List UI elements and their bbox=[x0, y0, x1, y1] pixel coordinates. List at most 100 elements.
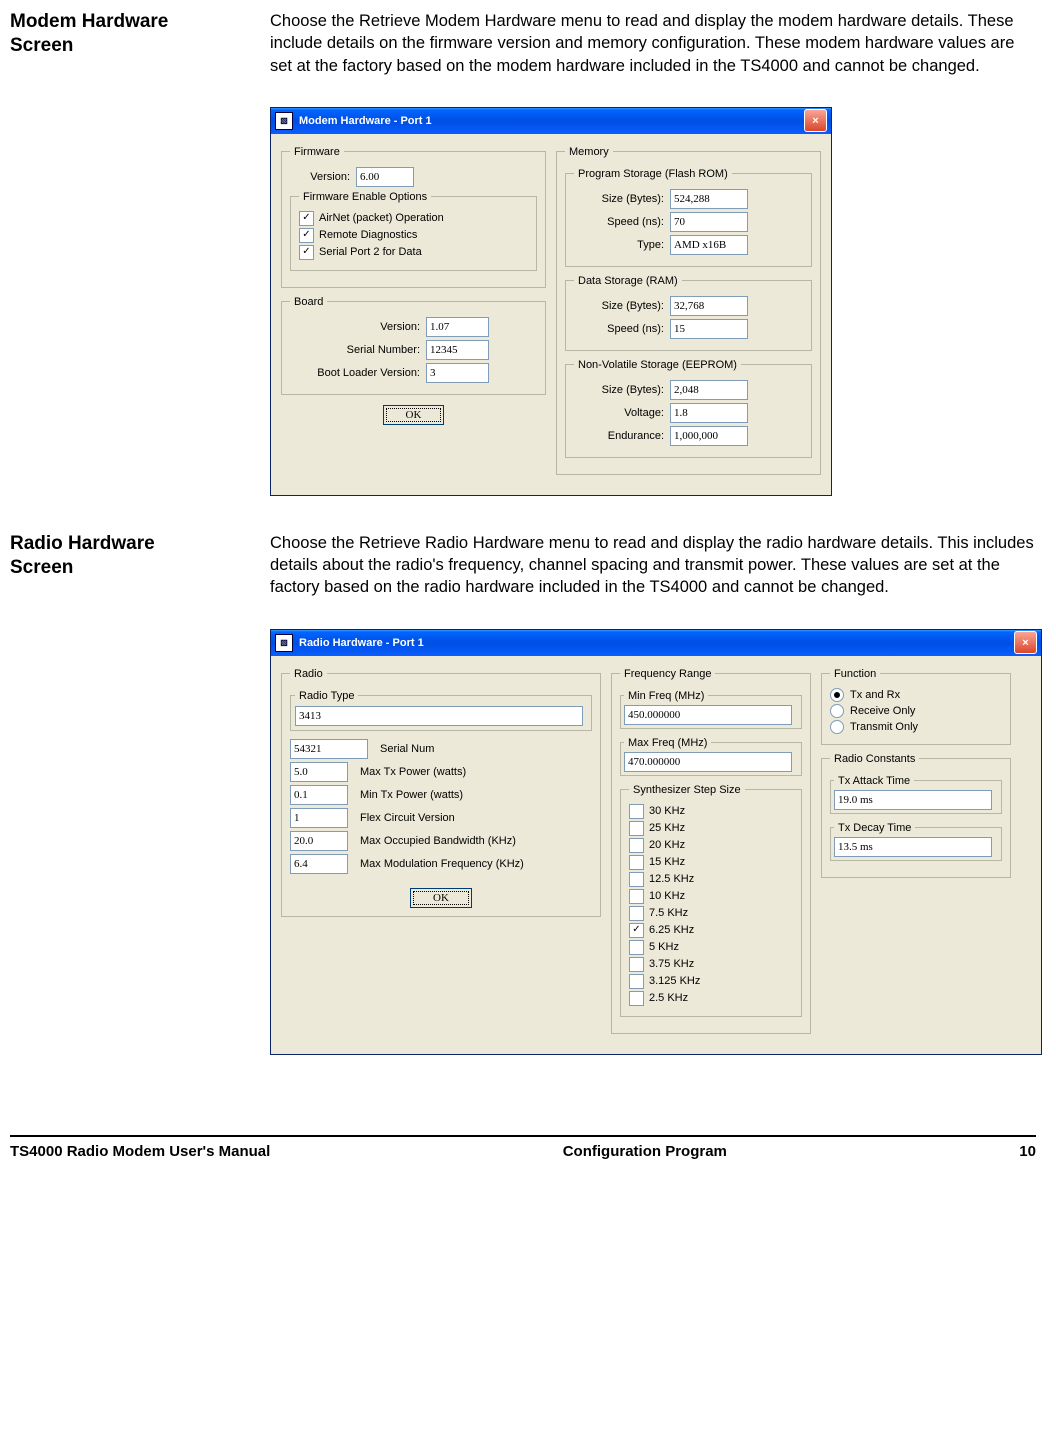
step-12.5khz[interactable]: 12.5 KHz bbox=[629, 872, 793, 887]
board-group: Board Version:1.07 Serial Number:12345 B… bbox=[281, 296, 546, 395]
modem-description: Choose the Retrieve Modem Hardware menu … bbox=[270, 10, 1036, 77]
modem-hardware-dialog: ▧ Modem Hardware - Port 1 × Firmware Ver… bbox=[270, 107, 832, 496]
radio-flex-field[interactable]: 1 bbox=[290, 808, 348, 828]
footer-center: Configuration Program bbox=[563, 1143, 727, 1160]
radio-description: Choose the Retrieve Radio Hardware menu … bbox=[270, 532, 1036, 599]
board-serial-label: Serial Number: bbox=[290, 344, 426, 356]
radio-occbw-label: Max Occupied Bandwidth (KHz) bbox=[348, 835, 516, 847]
modem-heading: Modem Hardware Screen bbox=[10, 10, 270, 58]
radio-titlebar[interactable]: ▧ Radio Hardware - Port 1 × bbox=[271, 630, 1041, 656]
radio-flex-label: Flex Circuit Version bbox=[348, 812, 455, 824]
attack-field[interactable]: 19.0 ms bbox=[834, 790, 992, 810]
function-group: Function Tx and Rx Receive Only Transmit… bbox=[821, 668, 1011, 745]
step-15khz[interactable]: 15 KHz bbox=[629, 855, 793, 870]
flash-type-field[interactable]: AMD x16B bbox=[670, 235, 748, 255]
decay-legend: Tx Decay Time bbox=[834, 822, 915, 834]
radio-maxtx-label: Max Tx Power (watts) bbox=[348, 766, 466, 778]
max-freq-legend: Max Freq (MHz) bbox=[624, 737, 711, 749]
constants-group: Radio Constants Tx Attack Time 19.0 ms T… bbox=[821, 753, 1011, 878]
radio-rx[interactable]: Receive Only bbox=[830, 704, 1002, 718]
max-freq-field[interactable]: 470.000000 bbox=[624, 752, 792, 772]
flash-size-field[interactable]: 524,288 bbox=[670, 189, 748, 209]
board-legend: Board bbox=[290, 296, 327, 308]
radio-legend: Radio bbox=[290, 668, 327, 680]
radio-type-group: Radio Type 3413 bbox=[290, 690, 592, 731]
close-icon[interactable]: × bbox=[1014, 631, 1037, 654]
footer-right: 10 bbox=[1019, 1143, 1036, 1160]
radio-hardware-dialog: ▧ Radio Hardware - Port 1 × Radio Radio … bbox=[270, 629, 1042, 1055]
attack-group: Tx Attack Time 19.0 ms bbox=[830, 775, 1002, 814]
step-30khz[interactable]: 30 KHz bbox=[629, 804, 793, 819]
board-serial-field[interactable]: 12345 bbox=[426, 340, 489, 360]
decay-field[interactable]: 13.5 ms bbox=[834, 837, 992, 857]
ram-size-label: Size (Bytes): bbox=[574, 300, 670, 312]
radio-title: Radio Hardware - Port 1 bbox=[299, 637, 1014, 649]
ok-button[interactable]: OK bbox=[410, 888, 472, 908]
attack-legend: Tx Attack Time bbox=[834, 775, 914, 787]
step-5khz[interactable]: 5 KHz bbox=[629, 940, 793, 955]
eeprom-end-field[interactable]: 1,000,000 bbox=[670, 426, 748, 446]
step-size-legend: Synthesizer Step Size bbox=[629, 784, 745, 796]
min-freq-group: Min Freq (MHz) 450.000000 bbox=[620, 690, 802, 729]
ram-speed-field[interactable]: 15 bbox=[670, 319, 748, 339]
step-2.5khz[interactable]: 2.5 KHz bbox=[629, 991, 793, 1006]
min-freq-field[interactable]: 450.000000 bbox=[624, 705, 792, 725]
memory-legend: Memory bbox=[565, 146, 613, 158]
radio-maxtx-field[interactable]: 5.0 bbox=[290, 762, 348, 782]
radio-group: Radio Radio Type 3413 54321Serial Num 5.… bbox=[281, 668, 601, 917]
flash-type-label: Type: bbox=[574, 239, 670, 251]
min-freq-legend: Min Freq (MHz) bbox=[624, 690, 708, 702]
step-3.125khz[interactable]: 3.125 KHz bbox=[629, 974, 793, 989]
step-10khz[interactable]: 10 KHz bbox=[629, 889, 793, 904]
radio-type-field[interactable]: 3413 bbox=[295, 706, 583, 726]
modem-title: Modem Hardware - Port 1 bbox=[299, 115, 804, 127]
radio-tx[interactable]: Transmit Only bbox=[830, 720, 1002, 734]
page-footer: TS4000 Radio Modem User's Manual Configu… bbox=[10, 1137, 1036, 1160]
flash-legend: Program Storage (Flash ROM) bbox=[574, 168, 732, 180]
radio-mod-field[interactable]: 6.4 bbox=[290, 854, 348, 874]
fw-version-field[interactable]: 6.00 bbox=[356, 167, 414, 187]
step-20khz[interactable]: 20 KHz bbox=[629, 838, 793, 853]
chk-airnet[interactable]: ✓AirNet (packet) Operation bbox=[299, 211, 528, 226]
eeprom-size-label: Size (Bytes): bbox=[574, 384, 670, 396]
step-6.25khz[interactable]: ✓6.25 KHz bbox=[629, 923, 793, 938]
flash-speed-field[interactable]: 70 bbox=[670, 212, 748, 232]
ram-size-field[interactable]: 32,768 bbox=[670, 296, 748, 316]
step-7.5khz[interactable]: 7.5 KHz bbox=[629, 906, 793, 921]
flash-size-label: Size (Bytes): bbox=[574, 193, 670, 205]
ram-legend: Data Storage (RAM) bbox=[574, 275, 682, 287]
step-25khz[interactable]: 25 KHz bbox=[629, 821, 793, 836]
footer-left: TS4000 Radio Modem User's Manual bbox=[10, 1143, 270, 1160]
ok-button[interactable]: OK bbox=[383, 405, 445, 425]
radio-txrx[interactable]: Tx and Rx bbox=[830, 688, 1002, 702]
fw-version-label: Version: bbox=[290, 171, 356, 183]
chk-remote[interactable]: ✓Remote Diagnostics bbox=[299, 228, 528, 243]
step-size-group: Synthesizer Step Size 30 KHz 25 KHz 20 KHz… bbox=[620, 784, 802, 1017]
eeprom-group: Non-Volatile Storage (EEPROM) Size (Byte… bbox=[565, 359, 812, 458]
eeprom-size-field[interactable]: 2,048 bbox=[670, 380, 748, 400]
chk-serial[interactable]: ✓Serial Port 2 for Data bbox=[299, 245, 528, 260]
firmware-group: Firmware Version: 6.00 Firmware Enable O… bbox=[281, 146, 546, 288]
constants-legend: Radio Constants bbox=[830, 753, 919, 765]
eeprom-volt-label: Voltage: bbox=[574, 407, 670, 419]
max-freq-group: Max Freq (MHz) 470.000000 bbox=[620, 737, 802, 776]
radio-type-legend: Radio Type bbox=[295, 690, 358, 702]
close-icon[interactable]: × bbox=[804, 109, 827, 132]
board-boot-label: Boot Loader Version: bbox=[290, 367, 426, 379]
board-boot-field[interactable]: 3 bbox=[426, 363, 489, 383]
board-version-label: Version: bbox=[290, 321, 426, 333]
radio-mod-label: Max Modulation Frequency (KHz) bbox=[348, 858, 524, 870]
decay-group: Tx Decay Time 13.5 ms bbox=[830, 822, 1002, 861]
radio-occbw-field[interactable]: 20.0 bbox=[290, 831, 348, 851]
ram-speed-label: Speed (ns): bbox=[574, 323, 670, 335]
freq-range-group: Frequency Range Min Freq (MHz) 450.00000… bbox=[611, 668, 811, 1034]
firmware-legend: Firmware bbox=[290, 146, 344, 158]
step-3.75khz[interactable]: 3.75 KHz bbox=[629, 957, 793, 972]
radio-mintx-field[interactable]: 0.1 bbox=[290, 785, 348, 805]
board-version-field[interactable]: 1.07 bbox=[426, 317, 489, 337]
fw-enable-group: Firmware Enable Options ✓AirNet (packet)… bbox=[290, 191, 537, 271]
radio-heading: Radio Hardware Screen bbox=[10, 532, 270, 580]
radio-serial-field[interactable]: 54321 bbox=[290, 739, 368, 759]
eeprom-volt-field[interactable]: 1.8 bbox=[670, 403, 748, 423]
modem-titlebar[interactable]: ▧ Modem Hardware - Port 1 × bbox=[271, 108, 831, 134]
